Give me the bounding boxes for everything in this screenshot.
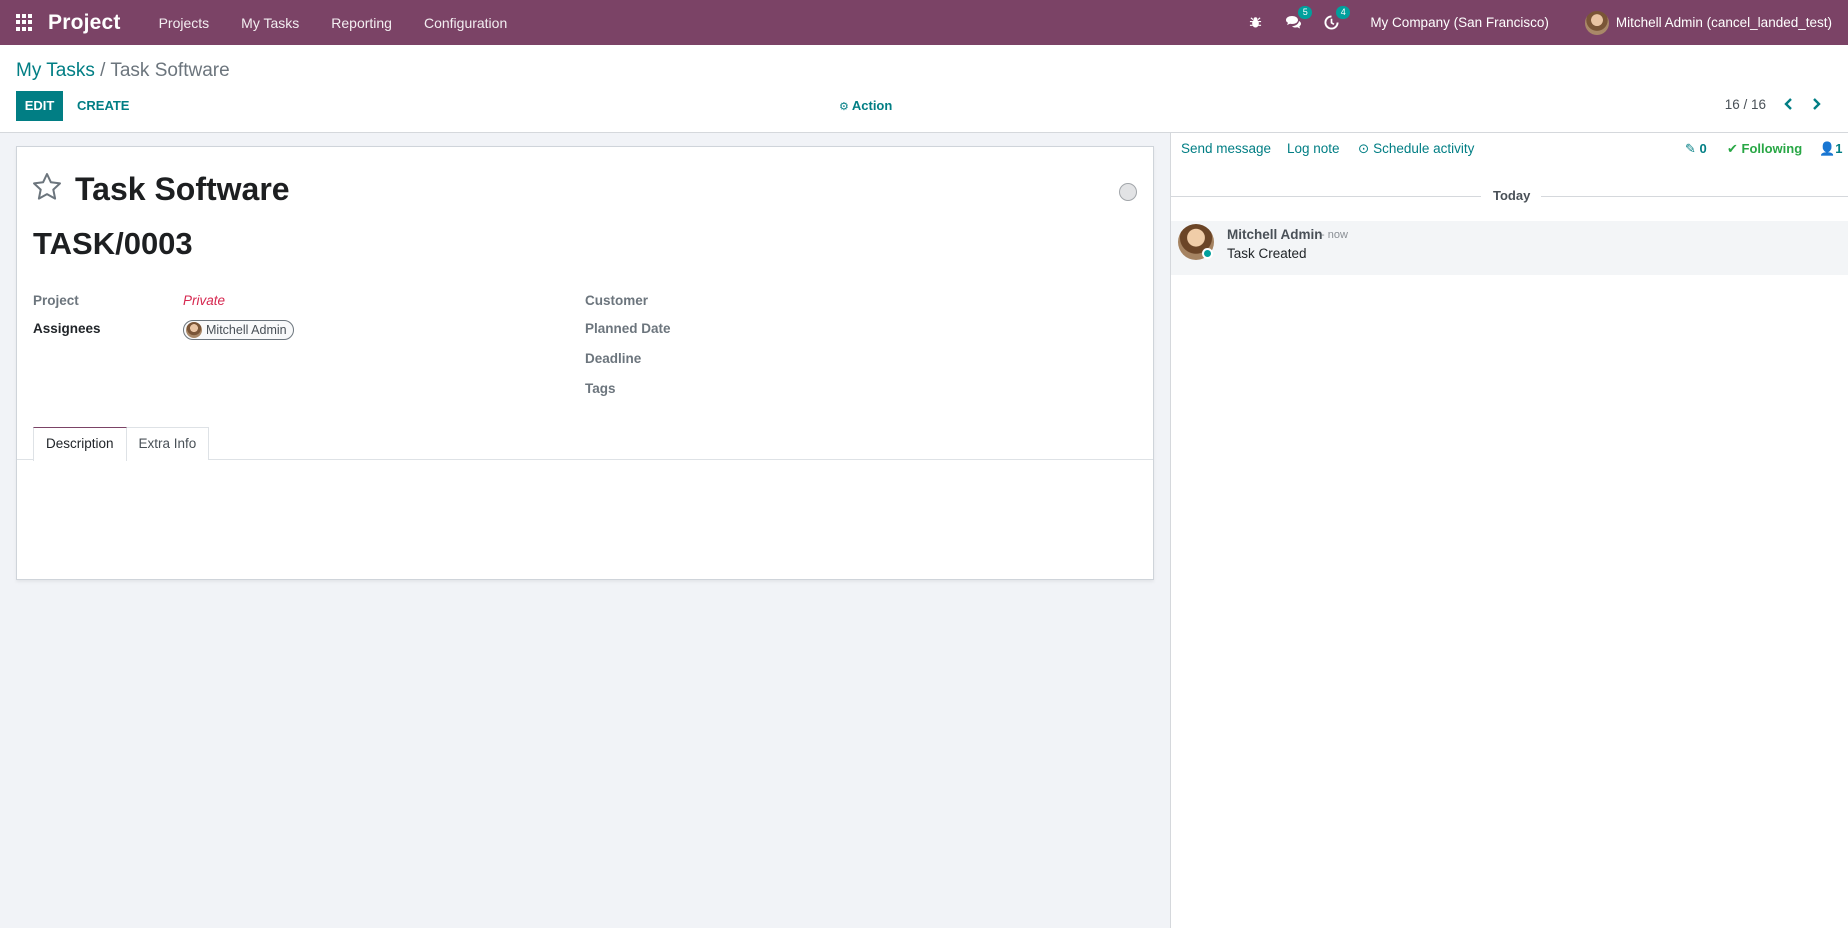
company-switcher[interactable]: My Company (San Francisco)	[1370, 15, 1549, 30]
send-message-button[interactable]: Send message	[1181, 141, 1271, 156]
edit-button[interactable]: EDIT	[16, 91, 63, 121]
message-body: Task Created	[1227, 246, 1307, 261]
online-status-icon	[1202, 248, 1213, 259]
create-button[interactable]: CREATE	[77, 91, 129, 121]
assignee-name: Mitchell Admin	[206, 323, 287, 337]
user-menu[interactable]: Mitchell Admin (cancel_landed_test)	[1584, 10, 1832, 35]
schedule-activity-label: Schedule activity	[1373, 141, 1475, 156]
check-icon: ✔	[1727, 141, 1742, 156]
attachments-button[interactable]: ✎ 0	[1685, 141, 1707, 157]
user-icon: 👤	[1819, 141, 1836, 156]
log-note-button[interactable]: Log note	[1287, 141, 1340, 156]
avatar	[186, 322, 202, 338]
menu-projects[interactable]: Projects	[143, 15, 226, 31]
chevron-left-icon	[1783, 98, 1792, 110]
breadcrumb: My Tasks / Task Software	[16, 60, 230, 82]
navbar-systray: 5 4 My Company (San Francisco) Mitchell …	[1236, 0, 1848, 45]
attachments-count: 0	[1699, 141, 1707, 156]
project-value[interactable]: Private	[183, 293, 225, 308]
action-label: Action	[851, 98, 893, 113]
action-menu[interactable]: ⚙ Action	[839, 91, 892, 121]
avatar	[1584, 10, 1609, 35]
separator-line-left	[1171, 196, 1481, 197]
schedule-activity-button[interactable]: ⊙ Schedule activity	[1358, 141, 1474, 157]
assignee-tag[interactable]: Mitchell Admin	[183, 320, 294, 340]
chatter-panel: Send message Log note ⊙ Schedule activit…	[1170, 133, 1848, 928]
gear-icon: ⚙	[839, 101, 849, 113]
message-date: - now	[1321, 229, 1348, 241]
field-label-project: Project	[33, 293, 79, 308]
messages-icon[interactable]: 5	[1283, 5, 1313, 33]
tab-extra-info[interactable]: Extra Info	[125, 427, 210, 460]
form-sheet: Task Software TASK/0003 Project Private …	[16, 146, 1154, 580]
menu-configuration[interactable]: Configuration	[408, 15, 523, 31]
form-tabs: Description Extra Info	[33, 427, 210, 461]
activities-icon[interactable]: 4	[1321, 5, 1351, 33]
field-label-tags: Tags	[585, 381, 616, 396]
app-name[interactable]: Project	[48, 11, 121, 35]
task-title: Task Software	[75, 171, 290, 207]
paperclip-icon: ✎	[1685, 141, 1700, 156]
clock-icon: ⊙	[1358, 141, 1374, 156]
field-label-planned-date: Planned Date	[585, 321, 671, 336]
top-navbar: Project Projects My Tasks Reporting Conf…	[0, 0, 1848, 45]
chatter-message[interactable]: Mitchell Admin - now Task Created	[1171, 221, 1848, 275]
tab-description[interactable]: Description	[33, 427, 127, 461]
messages-count-badge: 5	[1298, 5, 1313, 19]
menu-my-tasks[interactable]: My Tasks	[225, 15, 315, 31]
menu-reporting[interactable]: Reporting	[315, 15, 408, 31]
pager-next-button[interactable]	[1805, 93, 1827, 115]
control-panel: My Tasks / Task Software EDIT CREATE ⚙ Ac…	[0, 45, 1848, 133]
task-reference: TASK/0003	[33, 226, 193, 261]
breadcrumb-current: Task Software	[110, 60, 230, 81]
message-author[interactable]: Mitchell Admin	[1227, 227, 1323, 242]
breadcrumb-my-tasks[interactable]: My Tasks	[16, 60, 95, 81]
followers-count: 1	[1835, 141, 1843, 156]
user-name: Mitchell Admin (cancel_landed_test)	[1615, 15, 1832, 30]
chatter-topbar: Send message Log note ⊙ Schedule activit…	[1171, 133, 1848, 167]
star-icon[interactable]	[31, 171, 63, 203]
followers-button[interactable]: 👤1	[1819, 141, 1842, 157]
chevron-right-icon	[1812, 98, 1821, 110]
activities-count-badge: 4	[1336, 5, 1351, 19]
pager-value[interactable]: 16 / 16	[1725, 97, 1766, 112]
breadcrumb-separator: /	[94, 60, 111, 81]
bug-icon[interactable]	[1245, 13, 1265, 33]
separator-line-right	[1541, 196, 1848, 197]
date-separator: Today	[1171, 188, 1848, 204]
field-label-deadline: Deadline	[585, 351, 642, 366]
field-label-assignees: Assignees	[33, 321, 101, 336]
app-menu-icon[interactable]	[16, 13, 34, 32]
following-button[interactable]: ✔ Following	[1727, 141, 1802, 157]
pager-previous-button[interactable]	[1777, 93, 1799, 115]
kanban-state-indicator[interactable]	[1119, 183, 1137, 201]
following-label: Following	[1741, 141, 1803, 156]
field-label-customer: Customer	[585, 293, 649, 308]
date-separator-label: Today	[1493, 188, 1531, 203]
